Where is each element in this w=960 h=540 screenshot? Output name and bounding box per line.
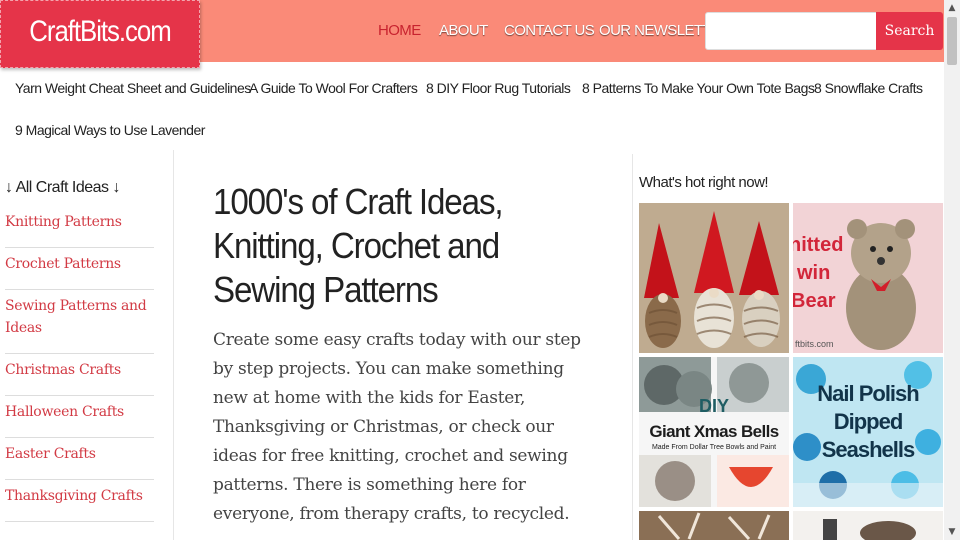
subnav-link-lavender[interactable]: 9 Magical Ways to Use Lavender [15, 122, 205, 138]
nav-home-link[interactable]: HOME [378, 22, 421, 39]
sidebar-title: ↓ All Craft Ideas ↓ [5, 179, 121, 196]
seashells-caption-line-1: Nail Polish [817, 381, 919, 406]
subnav-link-wool-guide[interactable]: A Guide To Wool For Crafters [249, 80, 418, 96]
scroll-up-icon[interactable]: ▲ [944, 0, 960, 16]
pinecone-gnomes-graphic [639, 203, 789, 353]
knitted-bear-graphic: nitted win Bear ftbits.com [793, 203, 943, 353]
bear-caption-footer: ftbits.com [795, 339, 834, 349]
subnav-link-yarn-weight[interactable]: Yarn Weight Cheat Sheet and Guidelines [15, 80, 251, 96]
sidebar-link-christmas[interactable]: Christmas Crafts [5, 359, 154, 381]
knitted-twin-bear-image[interactable]: nitted win Bear ftbits.com [793, 203, 943, 353]
sidebar-item: Easter Crafts [5, 438, 154, 480]
giant-xmas-bells-image[interactable]: DIY Giant Xmas Bells Made From Dollar Tr… [639, 357, 789, 507]
lace-graphic [657, 512, 771, 540]
pinecone-gnomes-image[interactable] [639, 203, 789, 353]
seashells-graphic: Nail Polish Dipped Seashells [793, 357, 943, 507]
scrollbar-thumb[interactable] [947, 17, 957, 65]
sidebar-link-easter[interactable]: Easter Crafts [5, 443, 154, 465]
site-logo[interactable]: CraftBits.com [0, 0, 200, 68]
logo-text: CraftBits.com [29, 15, 171, 48]
nav-contact-link[interactable]: CONTACT US [504, 22, 595, 39]
bells-caption-line-2: Giant Xmas Bells [649, 422, 778, 441]
seashells-caption-line-2: Dipped [834, 409, 903, 434]
nail-polish-seashells-image[interactable]: Nail Polish Dipped Seashells [793, 357, 943, 507]
sidebar-item: Halloween Crafts [5, 396, 154, 438]
search-button[interactable]: Search [876, 12, 943, 50]
sidebar-link-thanksgiving[interactable]: Thanksgiving Crafts [5, 485, 154, 507]
page-scrollbar[interactable]: ▲ ▼ [944, 0, 960, 540]
hot-section-title: What's hot right now! [639, 174, 769, 191]
seashells-caption-line-3: Seashells [822, 437, 915, 462]
hot-right-now-sidebar: What's hot right now! nitted win Bear ft… [632, 154, 944, 540]
sidebar-link-halloween[interactable]: Halloween Crafts [5, 401, 154, 423]
category-list: Knitting Patterns Crochet Patterns Sewin… [5, 206, 154, 522]
sidebar-item: Crochet Patterns [5, 248, 154, 290]
sidebar-item: Sewing Patterns and Ideas [5, 290, 154, 354]
bear-caption-line-1: nitted [793, 234, 843, 256]
subnav-link-snowflake[interactable]: 8 Snowflake Crafts [814, 80, 923, 96]
partial-thumb-image[interactable] [639, 511, 789, 540]
bells-caption-line-3: Made From Dollar Tree Bowls and Paint [652, 444, 776, 451]
xmas-bells-graphic: DIY Giant Xmas Bells Made From Dollar Tr… [639, 357, 789, 507]
page-title: 1000's of Craft Ideas, Knitting, Crochet… [213, 181, 504, 310]
sidebar-link-knitting[interactable]: Knitting Patterns [5, 211, 154, 233]
sidebar-link-sewing[interactable]: Sewing Patterns and Ideas [5, 295, 154, 339]
jars-graphic [823, 519, 916, 540]
intro-paragraph: Create some easy crafts today with our s… [213, 330, 581, 524]
sidebar-link-crochet[interactable]: Crochet Patterns [5, 253, 154, 275]
partial-thumb-image[interactable] [793, 511, 943, 540]
nav-about-link[interactable]: ABOUT [439, 22, 488, 39]
scroll-down-icon[interactable]: ▼ [944, 524, 960, 540]
category-sidebar: ↓ All Craft Ideas ↓ Knitting Patterns Cr… [0, 150, 174, 540]
sidebar-item: Christmas Crafts [5, 354, 154, 396]
sidebar-item: Knitting Patterns [5, 206, 154, 248]
bear-caption-line-2: win [796, 262, 830, 284]
bells-caption-line-1: DIY [699, 396, 729, 416]
bear-caption-line-3: Bear [793, 290, 836, 312]
subnav-link-floor-rugs[interactable]: 8 DIY Floor Rug Tutorials [426, 80, 571, 96]
search-input[interactable] [705, 12, 877, 50]
sidebar-item: Thanksgiving Crafts [5, 480, 154, 522]
subnav-link-tote-bags[interactable]: 8 Patterns To Make Your Own Tote Bags [582, 80, 815, 96]
main-content: 1000's of Craft Ideas, Knitting, Crochet… [213, 180, 613, 529]
